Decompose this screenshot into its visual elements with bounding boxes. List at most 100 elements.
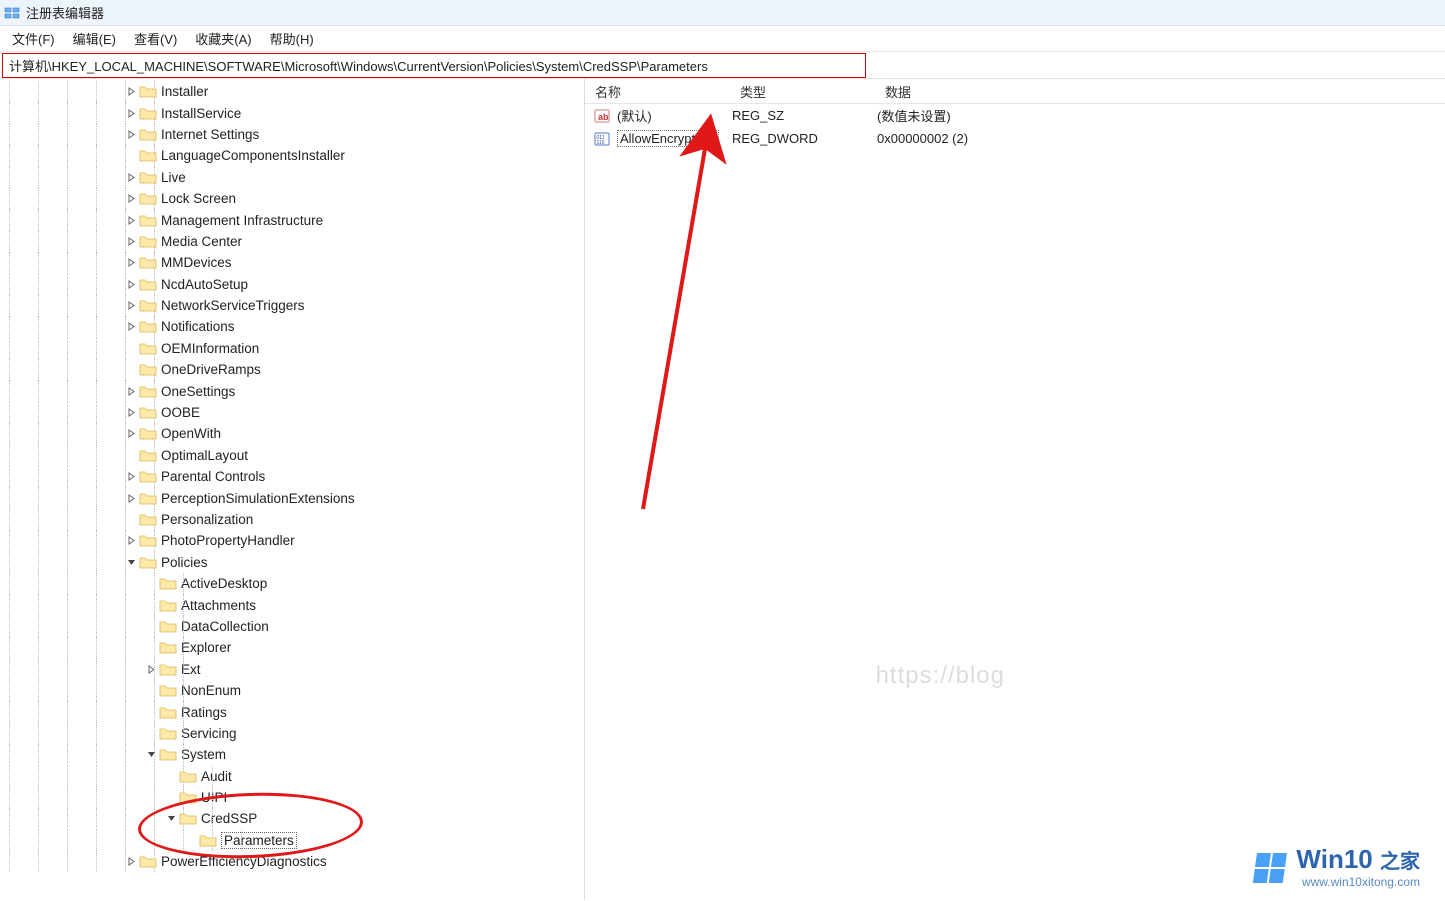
tree-item[interactable]: OEMInformation xyxy=(0,338,584,359)
folder-icon xyxy=(139,405,157,420)
folder-icon xyxy=(179,790,197,805)
window-title: 注册表编辑器 xyxy=(26,3,104,22)
folder-icon xyxy=(139,341,157,356)
value-name: (默认) xyxy=(617,106,652,125)
tree-item-label: PowerEfficiencyDiagnostics xyxy=(161,854,327,869)
tree-item-label: OneDriveRamps xyxy=(161,362,261,377)
folder-icon xyxy=(159,640,177,655)
tree-item-label: OptimalLayout xyxy=(161,448,248,463)
tree-item[interactable]: Media Center xyxy=(0,231,584,252)
tree-item-label: Internet Settings xyxy=(161,127,259,142)
tree-item[interactable]: Audit xyxy=(0,766,584,787)
tree-item-label: Personalization xyxy=(161,512,253,527)
value-row[interactable]: 011110AllowEncryptio...REG_DWORD0x000000… xyxy=(585,127,1445,150)
tree-item[interactable]: DataCollection xyxy=(0,616,584,637)
folder-icon xyxy=(139,277,157,292)
folder-icon xyxy=(139,512,157,527)
main-split: InstallerInstallService Internet Settings… xyxy=(0,78,1445,900)
tree-item-label: NcdAutoSetup xyxy=(161,277,248,292)
tree-item[interactable]: Management Infrastructure xyxy=(0,209,584,230)
title-bar: 注册表编辑器 xyxy=(0,0,1445,26)
tree-item[interactable]: UIPI xyxy=(0,787,584,808)
tree-item[interactable]: InstallService xyxy=(0,102,584,123)
menu-view[interactable]: 查看(V) xyxy=(134,29,177,48)
folder-icon xyxy=(159,705,177,720)
folder-icon xyxy=(159,598,177,613)
folder-icon xyxy=(139,106,157,121)
folder-icon xyxy=(139,234,157,249)
folder-icon xyxy=(139,191,157,206)
tree-item[interactable]: OOBE xyxy=(0,402,584,423)
tree-item[interactable]: Ratings xyxy=(0,701,584,722)
tree-item[interactable]: Parental Controls xyxy=(0,466,584,487)
value-name: AllowEncryptio... xyxy=(617,130,719,147)
address-bar[interactable]: 计算机\HKEY_LOCAL_MACHINE\SOFTWARE\Microsof… xyxy=(2,53,866,78)
tree-item-label: OEMInformation xyxy=(161,341,259,356)
svg-text:ab: ab xyxy=(598,112,609,122)
value-row[interactable]: ab(默认)REG_SZ(数值未设置) xyxy=(585,104,1445,127)
tree-item[interactable]: Installer xyxy=(0,81,584,102)
tree-item[interactable]: MMDevices xyxy=(0,252,584,273)
folder-icon xyxy=(159,576,177,591)
tree-item[interactable]: Ext xyxy=(0,659,584,680)
menu-help[interactable]: 帮助(H) xyxy=(270,29,314,48)
tree-item[interactable]: NetworkServiceTriggers xyxy=(0,295,584,316)
tree-item[interactable]: CredSSP xyxy=(0,808,584,829)
tree-item[interactable]: PowerEfficiencyDiagnostics xyxy=(0,851,584,872)
tree-item[interactable]: NonEnum xyxy=(0,680,584,701)
folder-icon xyxy=(139,127,157,142)
value-type: REG_SZ xyxy=(730,108,875,123)
tree-item[interactable]: NcdAutoSetup xyxy=(0,274,584,295)
tree-item[interactable]: OpenWith xyxy=(0,423,584,444)
folder-icon xyxy=(159,747,177,762)
folder-icon xyxy=(159,619,177,634)
values-pane[interactable]: 名称 类型 数据 ab(默认)REG_SZ(数值未设置)011110AllowE… xyxy=(585,79,1445,900)
tree-item[interactable]: Policies xyxy=(0,552,584,573)
folder-icon xyxy=(179,769,197,784)
tree-item-label: LanguageComponentsInstaller xyxy=(161,148,345,163)
tree-item[interactable]: Attachments xyxy=(0,594,584,615)
folder-icon xyxy=(139,255,157,270)
tree-item[interactable]: Personalization xyxy=(0,509,584,530)
tree-item[interactable]: Explorer xyxy=(0,637,584,658)
tree-item[interactable]: Internet Settings xyxy=(0,124,584,145)
tree-item[interactable]: ActiveDesktop xyxy=(0,573,584,594)
folder-icon xyxy=(139,170,157,185)
tree-item[interactable]: OneDriveRamps xyxy=(0,359,584,380)
tree-item[interactable]: Live xyxy=(0,167,584,188)
tree-item[interactable]: OptimalLayout xyxy=(0,445,584,466)
tree-item[interactable]: System xyxy=(0,744,584,765)
tree-item[interactable]: LanguageComponentsInstaller xyxy=(0,145,584,166)
folder-icon xyxy=(139,448,157,463)
folder-icon xyxy=(139,298,157,313)
tree-pane[interactable]: InstallerInstallService Internet Settings… xyxy=(0,79,585,900)
tree-item[interactable]: OneSettings xyxy=(0,380,584,401)
folder-icon xyxy=(139,491,157,506)
tree-item[interactable]: Lock Screen xyxy=(0,188,584,209)
menu-edit[interactable]: 编辑(E) xyxy=(73,29,116,48)
col-header-data[interactable]: 数据 xyxy=(875,82,1445,101)
tree-item-label: Parental Controls xyxy=(161,469,265,484)
menu-favorites[interactable]: 收藏夹(A) xyxy=(195,29,251,48)
tree-item[interactable]: PhotoPropertyHandler xyxy=(0,530,584,551)
tree-item[interactable]: Parameters xyxy=(0,830,584,851)
tree-item[interactable]: PerceptionSimulationExtensions xyxy=(0,487,584,508)
folder-icon xyxy=(159,726,177,741)
tree-item-label: Management Infrastructure xyxy=(161,213,323,228)
tree-item-label: NetworkServiceTriggers xyxy=(161,298,305,313)
value-data: 0x00000002 (2) xyxy=(875,131,1445,146)
folder-icon xyxy=(139,213,157,228)
folder-icon xyxy=(199,833,217,848)
folder-icon xyxy=(139,384,157,399)
menu-bar: 文件(F) 编辑(E) 查看(V) 收藏夹(A) 帮助(H) xyxy=(0,26,1445,52)
folder-icon xyxy=(139,854,157,869)
folder-icon xyxy=(139,426,157,441)
folder-icon xyxy=(139,319,157,334)
tree-item[interactable]: Servicing xyxy=(0,723,584,744)
value-type: REG_DWORD xyxy=(730,131,875,146)
menu-file[interactable]: 文件(F) xyxy=(12,29,55,48)
tree-item[interactable]: Notifications xyxy=(0,316,584,337)
col-header-name[interactable]: 名称 xyxy=(585,82,730,101)
regedit-icon xyxy=(4,5,20,21)
col-header-type[interactable]: 类型 xyxy=(730,82,875,101)
